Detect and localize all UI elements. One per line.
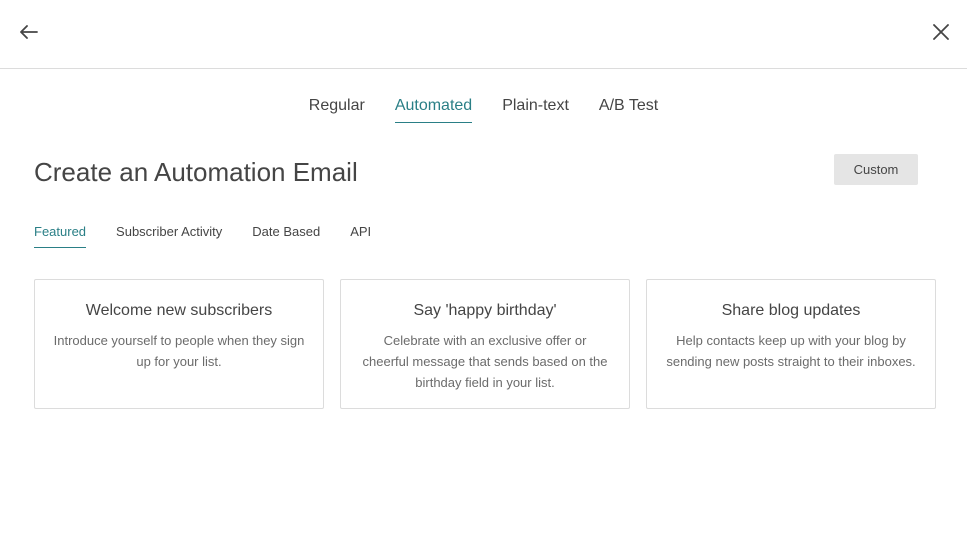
- top-bar: [0, 0, 967, 69]
- page-title: Create an Automation Email: [34, 157, 358, 187]
- card-description: Introduce yourself to people when they s…: [53, 333, 305, 369]
- card-description: Help contacts keep up with your blog by …: [666, 333, 916, 369]
- tab-ab-test[interactable]: A/B Test: [599, 96, 658, 123]
- card-title: Say 'happy birthday': [413, 302, 557, 319]
- category-tabs: Featured Subscriber Activity Date Based …: [34, 224, 371, 248]
- tab-automated[interactable]: Automated: [394, 96, 473, 123]
- card-description: Celebrate with an exclusive offer or che…: [362, 333, 608, 390]
- card-happy-birthday[interactable]: Say 'happy birthday' Celebrate with an e…: [340, 279, 630, 409]
- card-blog-updates[interactable]: Share blog updates Help contacts keep up…: [646, 279, 936, 409]
- card-title: Share blog updates: [721, 302, 861, 319]
- tab-plain-text[interactable]: Plain-text: [502, 96, 569, 123]
- tab-date-based[interactable]: Date Based: [252, 224, 320, 248]
- automation-cards: Welcome new subscribers Introduce yourse…: [34, 279, 936, 409]
- arrow-left-icon: [20, 25, 38, 39]
- card-welcome-subscribers[interactable]: Welcome new subscribers Introduce yourse…: [34, 279, 324, 409]
- back-button[interactable]: [14, 17, 44, 47]
- custom-button[interactable]: Custom: [834, 154, 918, 185]
- tab-featured[interactable]: Featured: [34, 224, 87, 248]
- close-button[interactable]: [926, 17, 956, 47]
- tab-subscriber-activity[interactable]: Subscriber Activity: [116, 224, 222, 248]
- tab-api[interactable]: API: [350, 224, 371, 248]
- close-icon: [933, 24, 949, 40]
- tab-regular[interactable]: Regular: [309, 96, 365, 123]
- card-title: Welcome new subscribers: [85, 302, 273, 319]
- campaign-type-tabs: Regular Automated Plain-text A/B Test: [0, 96, 967, 123]
